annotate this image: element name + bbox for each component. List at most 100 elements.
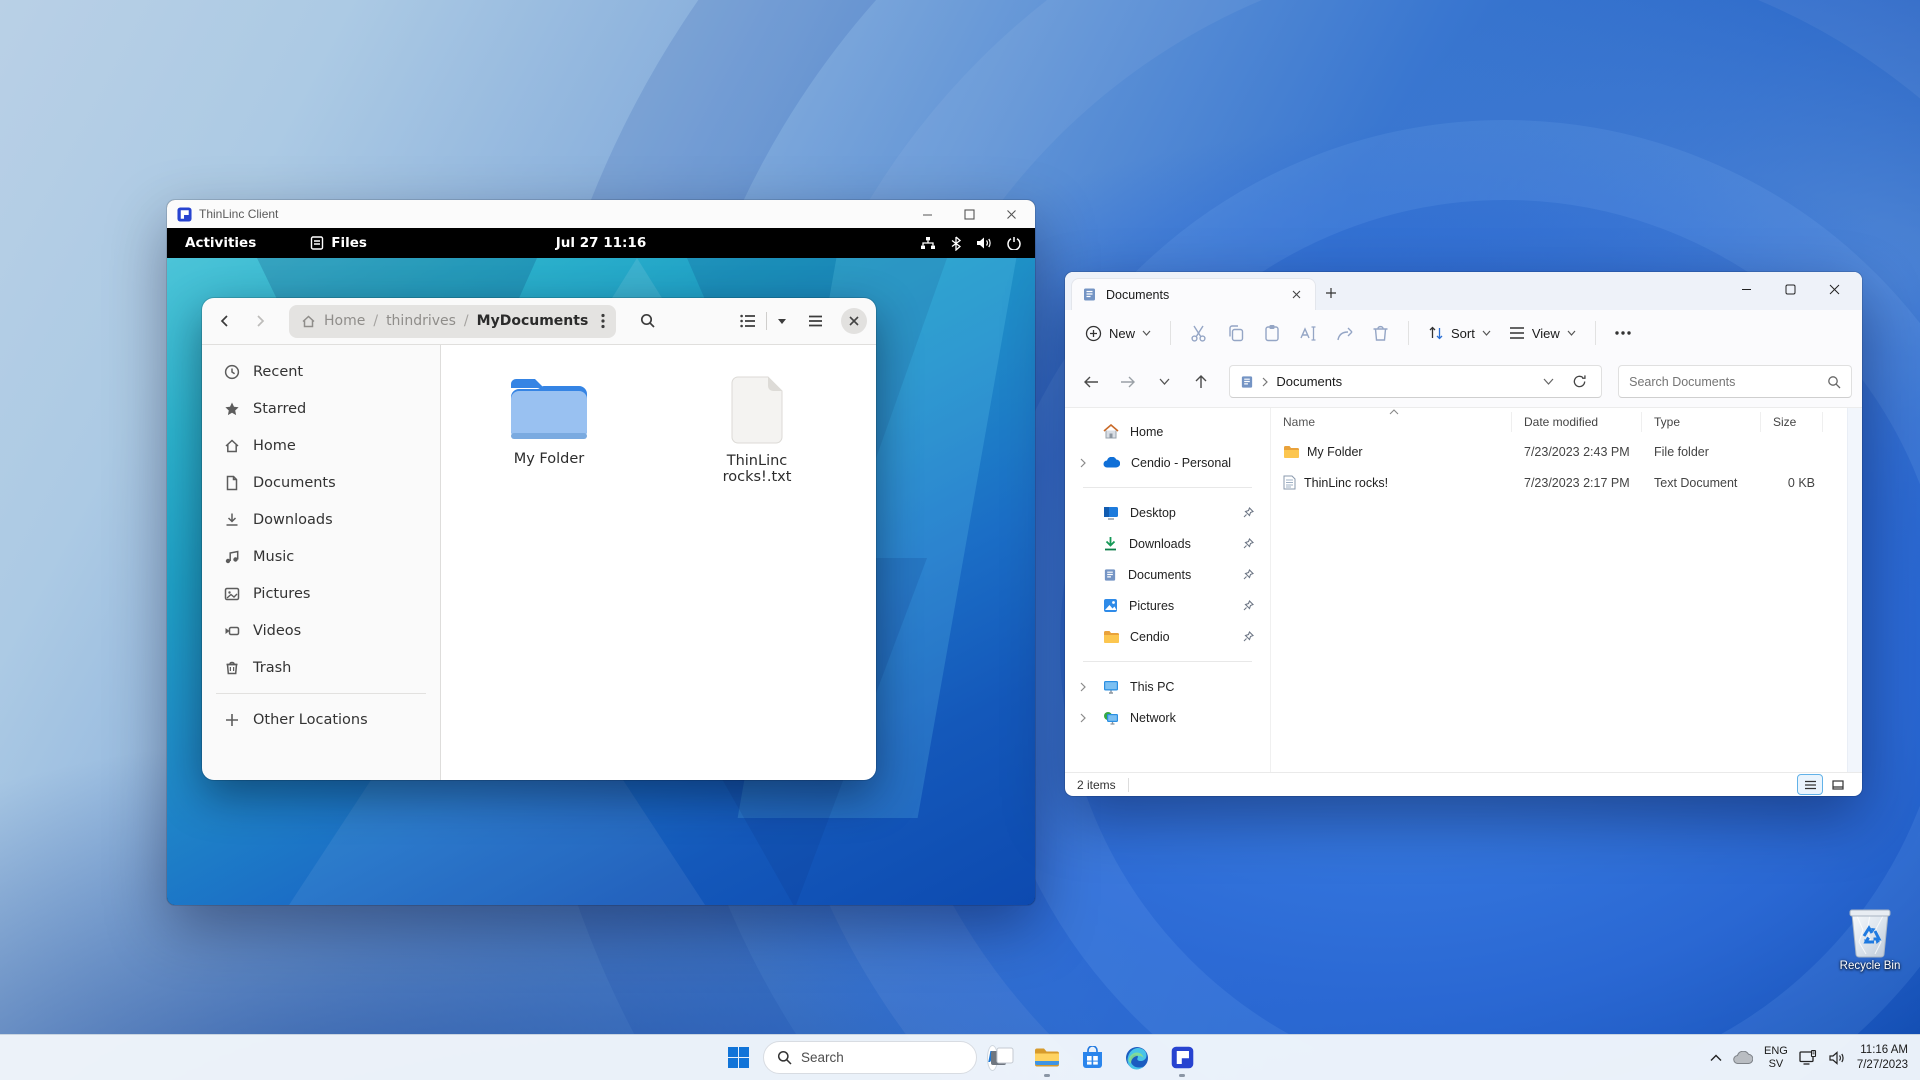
minimize-icon[interactable] xyxy=(921,208,933,220)
recycle-bin[interactable]: Recycle Bin xyxy=(1832,906,1908,972)
column-header-type[interactable]: Type xyxy=(1642,412,1761,432)
search-button[interactable] xyxy=(633,306,663,336)
sidebar-item-documents[interactable]: Documents xyxy=(214,464,428,501)
large-icons-view-toggle[interactable] xyxy=(1826,775,1850,794)
kebab-menu-icon[interactable] xyxy=(596,313,610,329)
new-tab-button[interactable] xyxy=(1316,278,1346,308)
expand-chevron-icon[interactable] xyxy=(1080,713,1086,723)
sidebar-item-other-locations[interactable]: Other Locations xyxy=(214,701,428,738)
minimize-icon[interactable] xyxy=(1724,272,1768,306)
sidebar-label: Music xyxy=(253,549,294,565)
sidebar-item-documents[interactable]: Documents xyxy=(1065,559,1270,590)
sidebar-item-trash[interactable]: Trash xyxy=(214,649,428,686)
activities-button[interactable]: Activities xyxy=(167,235,274,251)
column-header-date[interactable]: Date modified xyxy=(1512,412,1642,432)
clock[interactable]: 11:16 AM 7/27/2023 xyxy=(1857,1043,1908,1073)
close-icon[interactable] xyxy=(1005,208,1017,220)
file-tile-text[interactable]: ThinLinc rocks!.txt xyxy=(693,375,821,485)
microsoft-store-taskbar-icon[interactable] xyxy=(1072,1038,1112,1078)
sidebar-item-recent[interactable]: Recent xyxy=(214,353,428,390)
tab-close-icon[interactable] xyxy=(1287,286,1305,304)
thinlinc-taskbar-icon[interactable] xyxy=(1162,1038,1202,1078)
expand-chevron-icon[interactable] xyxy=(1080,458,1086,468)
search-icon xyxy=(777,1050,792,1065)
sidebar-item-pictures[interactable]: Pictures xyxy=(1065,590,1270,621)
nav-recent-chevron-button[interactable] xyxy=(1148,365,1181,399)
search-box[interactable] xyxy=(1618,365,1852,398)
list-view-icon xyxy=(734,314,762,328)
sidebar-item-downloads[interactable]: Downloads xyxy=(1065,528,1270,559)
file-tile-folder[interactable]: My Folder xyxy=(485,375,613,467)
refresh-icon[interactable] xyxy=(1570,374,1595,389)
start-button[interactable] xyxy=(718,1038,758,1078)
sidebar-item-music[interactable]: Music xyxy=(214,538,428,575)
task-view-button[interactable] xyxy=(982,1038,1022,1078)
sidebar-item-pictures[interactable]: Pictures xyxy=(214,575,428,612)
view-button[interactable]: View xyxy=(1501,316,1584,350)
taskbar-search[interactable]: b xyxy=(763,1041,977,1074)
edge-taskbar-icon[interactable] xyxy=(1117,1038,1157,1078)
back-button[interactable] xyxy=(211,307,239,335)
address-dropdown-icon[interactable] xyxy=(1535,378,1562,385)
details-view-toggle[interactable] xyxy=(1798,775,1822,794)
sidebar-item-onedrive[interactable]: Cendio - Personal xyxy=(1065,447,1270,478)
volume-tray-icon[interactable] xyxy=(1829,1051,1846,1065)
explorer-tab-documents[interactable]: Documents xyxy=(1071,278,1316,310)
maximize-icon[interactable] xyxy=(1768,272,1812,306)
scrollbar[interactable] xyxy=(1847,408,1862,772)
forward-button[interactable] xyxy=(246,307,274,335)
share-button[interactable] xyxy=(1328,316,1362,350)
sidebar-item-desktop[interactable]: Desktop xyxy=(1065,497,1270,528)
table-row[interactable]: ThinLinc rocks! 7/23/2023 2:17 PM Text D… xyxy=(1271,467,1862,498)
breadcrumb[interactable]: Home / thindrives / MyDocuments xyxy=(289,305,616,338)
paste-button[interactable] xyxy=(1255,316,1289,350)
breadcrumb-current[interactable]: MyDocuments xyxy=(477,313,589,329)
sidebar-item-starred[interactable]: Starred xyxy=(214,390,428,427)
search-input[interactable] xyxy=(1629,375,1819,389)
hidden-icons-chevron[interactable] xyxy=(1710,1054,1722,1062)
gnome-system-tray[interactable] xyxy=(920,236,1021,251)
sort-button-label: Sort xyxy=(1451,326,1475,341)
nav-up-button[interactable] xyxy=(1185,365,1218,399)
files-close-button[interactable] xyxy=(841,308,867,334)
language-indicator[interactable]: ENG SV xyxy=(1764,1045,1788,1070)
gnome-clock[interactable]: Jul 27 11:16 xyxy=(556,235,646,251)
taskbar-search-input[interactable] xyxy=(801,1050,978,1065)
address-box[interactable]: Documents xyxy=(1229,365,1602,398)
column-header-name[interactable]: Name xyxy=(1271,412,1512,432)
pin-icon xyxy=(1243,507,1254,518)
breadcrumb-home[interactable]: Home xyxy=(324,313,365,329)
breadcrumb-thindrives[interactable]: thindrives xyxy=(386,313,456,329)
sort-button[interactable]: Sort xyxy=(1420,316,1499,350)
onedrive-tray-icon[interactable] xyxy=(1733,1051,1753,1064)
expand-chevron-icon[interactable] xyxy=(1080,682,1086,692)
cut-button[interactable] xyxy=(1182,316,1217,350)
maximize-icon[interactable] xyxy=(963,208,975,220)
nav-back-button[interactable] xyxy=(1075,365,1108,399)
delete-button[interactable] xyxy=(1364,316,1397,350)
network-tray-icon[interactable] xyxy=(1799,1050,1818,1066)
thinlinc-titlebar[interactable]: ThinLinc Client xyxy=(167,200,1035,228)
view-toggle-split-button[interactable] xyxy=(734,306,793,336)
sidebar-item-cendio[interactable]: Cendio xyxy=(1065,621,1270,652)
sidebar-item-videos[interactable]: Videos xyxy=(214,612,428,649)
nav-forward-button[interactable] xyxy=(1112,365,1145,399)
table-row[interactable]: My Folder 7/23/2023 2:43 PM File folder xyxy=(1271,436,1862,467)
sidebar-item-home[interactable]: Home xyxy=(214,427,428,464)
sidebar-item-downloads[interactable]: Downloads xyxy=(214,501,428,538)
sidebar-item-this-pc[interactable]: This PC xyxy=(1065,671,1270,702)
sidebar-label: Home xyxy=(253,438,296,454)
files-app-indicator[interactable]: Files xyxy=(310,235,367,251)
hamburger-menu-button[interactable] xyxy=(800,306,830,336)
breadcrumb-chevron-icon xyxy=(1262,377,1268,387)
copy-button[interactable] xyxy=(1219,316,1253,350)
close-icon[interactable] xyxy=(1812,272,1856,306)
files-app-icon xyxy=(310,236,324,250)
sidebar-item-home[interactable]: Home xyxy=(1065,416,1270,447)
rename-button[interactable] xyxy=(1291,316,1326,350)
column-header-size[interactable]: Size xyxy=(1761,412,1823,432)
file-explorer-taskbar-icon[interactable] xyxy=(1027,1038,1067,1078)
new-button[interactable]: New xyxy=(1077,316,1159,350)
sidebar-item-network[interactable]: Network xyxy=(1065,702,1270,733)
more-options-button[interactable] xyxy=(1607,316,1639,350)
